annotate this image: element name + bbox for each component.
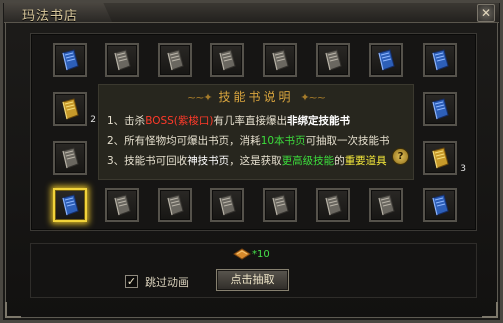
book-slot[interactable]: [263, 43, 297, 77]
draw-button[interactable]: 点击抽取: [216, 269, 289, 291]
info-title: ~~✦ 技能书说明 ✦~~: [99, 88, 413, 105]
skill-book-icon: [62, 98, 79, 120]
highlight-text: 神技书页: [187, 155, 230, 167]
text: 2、所有怪物均可爆出书页，消耗: [107, 135, 261, 147]
book-slot[interactable]: [158, 43, 192, 77]
skill-book-icon: [272, 49, 289, 71]
book-slot[interactable]: [158, 188, 192, 222]
item-count: 2: [90, 115, 96, 125]
highlight-text: 10本书页: [260, 135, 306, 147]
skill-book-icon: [432, 49, 449, 71]
item-count: 3: [460, 164, 466, 174]
book-slot[interactable]: 3: [423, 141, 466, 175]
skill-book-icon: [167, 49, 184, 71]
skill-book-icon: [114, 194, 131, 216]
highlight-text: 重要道具: [344, 155, 387, 167]
title-bar: 玛法书店 ✕: [4, 3, 499, 24]
book-slot[interactable]: [210, 43, 244, 77]
skill-book-icon: [62, 147, 79, 169]
skill-book-icon: [432, 194, 449, 216]
book-slot[interactable]: [263, 188, 297, 222]
book-slot[interactable]: [53, 188, 87, 222]
book-slot[interactable]: 2: [53, 92, 96, 126]
book-slot[interactable]: [316, 188, 350, 222]
skill-book-icon: [378, 49, 395, 71]
book-slot[interactable]: [316, 43, 350, 77]
skill-book-icon: [219, 49, 236, 71]
book-slot[interactable]: [53, 43, 87, 77]
book-slot[interactable]: [369, 188, 403, 222]
book-slot[interactable]: [105, 188, 139, 222]
book-slot[interactable]: [105, 43, 139, 77]
info-title-text: 技能书说明: [218, 90, 294, 104]
help-icon[interactable]: ?: [392, 148, 409, 165]
book-slot[interactable]: [53, 141, 87, 175]
skill-book-icon: [432, 147, 449, 169]
book-slot[interactable]: [369, 43, 403, 77]
corner-ornament: [482, 302, 498, 318]
skill-book-icon: [219, 194, 236, 216]
corner-ornament: [5, 302, 21, 318]
skill-book-icon: [325, 194, 342, 216]
skill-book-icon: [272, 194, 289, 216]
skill-book-icon: [114, 49, 131, 71]
book-slot[interactable]: [210, 188, 244, 222]
info-line-3: 3、技能书可回收神技书页，这是获取更高级技能的重要道具: [107, 153, 387, 168]
book-slot[interactable]: [423, 188, 457, 222]
text: 1、击杀: [107, 115, 146, 127]
book-slot[interactable]: [423, 43, 457, 77]
window-title: 玛法书店: [22, 9, 79, 24]
text: 3、技能书可回收: [107, 155, 188, 167]
info-line-1: 1、击杀BOSS(紫梭口)有几率直接爆出非绑定技能书: [107, 113, 350, 128]
text: 的: [334, 155, 345, 167]
skill-book-icon: [325, 49, 342, 71]
book-slot[interactable]: [423, 92, 457, 126]
skill-book-icon: [167, 194, 184, 216]
skip-animation-checkbox[interactable]: ✓: [125, 275, 138, 288]
skill-book-icon: [432, 98, 449, 120]
highlight-text: 更高级技能: [281, 155, 335, 167]
skip-animation-label: 跳过动画: [145, 276, 189, 289]
info-line-2: 2、所有怪物均可爆出书页，消耗10本书页可抽取一次技能书: [107, 133, 390, 148]
text: 有几率直接爆出: [213, 115, 288, 127]
info-box: ~~✦ 技能书说明 ✦~~ 1、击杀BOSS(紫梭口)有几率直接爆出非绑定技能书…: [98, 84, 414, 180]
highlight-text: 非绑定技能书: [287, 115, 350, 127]
close-button[interactable]: ✕: [477, 4, 495, 22]
ornament: ~~✦: [187, 91, 213, 104]
skill-book-icon: [62, 194, 79, 216]
text: 可抽取一次技能书: [305, 135, 390, 147]
book-page-icon: [233, 248, 251, 260]
skill-book-icon: [378, 194, 395, 216]
boss-text: BOSS(紫梭口): [145, 115, 214, 127]
skill-book-icon: [62, 49, 79, 71]
ornament: ✦~~: [300, 91, 326, 104]
text: ，这是获取: [229, 155, 282, 167]
cost-amount: *10: [252, 249, 270, 260]
